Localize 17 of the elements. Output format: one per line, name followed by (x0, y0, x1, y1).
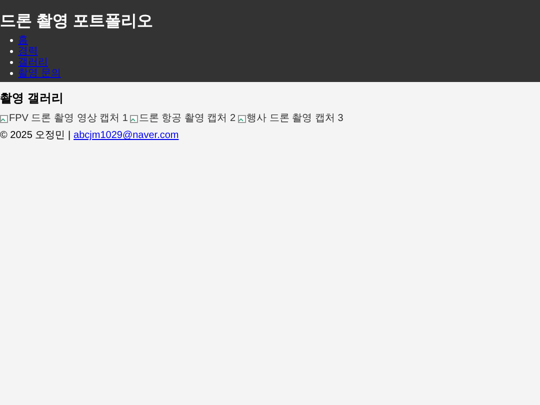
gallery-heading: 촬영 갤러리 (0, 91, 64, 105)
broken-image: 드론 항공 촬영 캡처 2 (130, 113, 236, 125)
bullet-icon (10, 72, 13, 75)
broken-image: 행사 드론 촬영 캡처 3 (238, 113, 344, 125)
broken-image-icon (238, 115, 246, 123)
broken-image: FPV 드론 촬영 영상 캡처 1 (0, 113, 128, 125)
email-link[interactable]: abcjm1029@naver.com (74, 130, 179, 142)
bullet-icon (10, 61, 13, 64)
nav-link[interactable]: 홈 (18, 35, 28, 46)
site-title: 드론 촬영 포트폴리오 (0, 13, 154, 31)
nav-link[interactable]: 경력 (18, 46, 38, 57)
bullet-icon (10, 50, 13, 53)
bullet-icon (10, 39, 13, 42)
nav-link[interactable]: 촬영 문의 (18, 68, 61, 79)
copyright-text: © 2025 오정민 | (0, 130, 71, 142)
broken-image-icon (130, 115, 138, 123)
nav-link[interactable]: 갤러리 (18, 57, 48, 68)
